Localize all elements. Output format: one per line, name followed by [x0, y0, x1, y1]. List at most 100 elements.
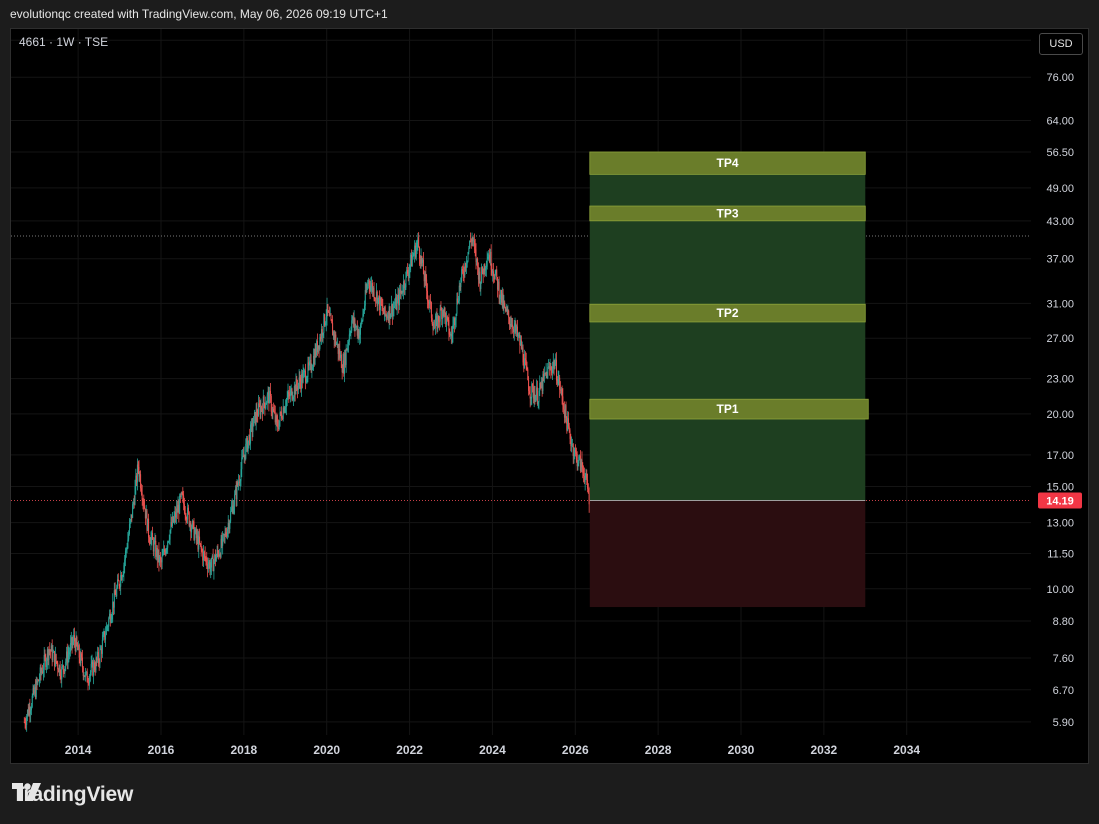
- candle-body: [477, 258, 479, 267]
- candle-body: [306, 376, 308, 382]
- candle-body: [24, 722, 26, 725]
- candle-body: [168, 539, 170, 542]
- candle-body: [581, 459, 583, 468]
- candle-body: [76, 636, 78, 645]
- candle-body: [412, 255, 414, 258]
- candle-body: [81, 653, 83, 658]
- candle-body: [59, 665, 61, 676]
- candle-body: [493, 271, 495, 276]
- tradingview-logo-icon: [12, 783, 41, 801]
- candle-body: [241, 457, 243, 470]
- candle-body: [250, 424, 252, 444]
- candle-body: [324, 322, 326, 326]
- y-tick-label: 7.60: [1053, 653, 1074, 665]
- y-tick-label: 11.50: [1047, 548, 1074, 560]
- candle-body: [204, 553, 206, 558]
- candle-body: [330, 314, 332, 320]
- y-tick-label: 37.00: [1046, 254, 1074, 266]
- candle-body: [258, 403, 260, 417]
- x-tick-label: 2022: [396, 743, 423, 757]
- candle-body: [446, 316, 448, 325]
- candle-body: [366, 286, 368, 292]
- candle-body: [61, 667, 63, 680]
- candle-body: [407, 269, 408, 274]
- symbol-label: 4661 · 1W · TSE: [19, 35, 109, 49]
- tp-label: TP3: [717, 206, 739, 220]
- candle-body: [141, 493, 143, 501]
- candle-body: [296, 379, 298, 386]
- candle-body: [123, 565, 125, 574]
- candle-body: [461, 269, 463, 279]
- candle-body: [140, 488, 142, 494]
- candle-body: [182, 494, 184, 496]
- candle-body: [458, 285, 460, 301]
- candle-body: [373, 287, 375, 299]
- candle-body: [555, 359, 557, 381]
- chart-panel[interactable]: TP4TP3TP2TP1 88.0076.0064.0056.5049.0043…: [10, 28, 1089, 764]
- x-axis: 2014 2016 2018 2020 2022 2024 2026 2028 2030 2032…: [65, 743, 921, 757]
- candle-body: [121, 576, 123, 581]
- candle-body: [513, 326, 515, 333]
- candle-body: [110, 619, 112, 623]
- candle-body: [481, 266, 483, 273]
- candle-body: [97, 652, 99, 662]
- candle-body: [266, 394, 268, 403]
- candle-body: [128, 524, 130, 534]
- candle-body: [239, 481, 241, 483]
- candle-body: [167, 541, 169, 548]
- candle-body: [452, 324, 454, 335]
- candle-body: [381, 304, 383, 306]
- candle-body: [132, 504, 134, 518]
- candle-body: [367, 284, 369, 287]
- candle-body: [469, 240, 471, 248]
- candle-body: [185, 514, 187, 520]
- y-tick-label: 20.00: [1046, 409, 1074, 421]
- candle-body: [277, 421, 279, 428]
- candle-body: [55, 654, 57, 662]
- candle-body: [288, 392, 290, 395]
- y-tick-label: 8.80: [1053, 616, 1074, 628]
- candle-body: [348, 334, 350, 342]
- candle-body: [183, 495, 185, 505]
- candle-body: [325, 317, 327, 323]
- tp-label: TP1: [717, 402, 739, 416]
- candle-body: [347, 344, 349, 351]
- candle-body: [183, 504, 185, 514]
- candle-body: [351, 320, 353, 331]
- candle-body: [136, 464, 138, 483]
- candle-body: [291, 388, 293, 400]
- candle-body: [289, 390, 291, 397]
- candle-body: [128, 533, 130, 540]
- candle-body: [438, 321, 440, 323]
- y-tick-label: 43.00: [1046, 216, 1074, 228]
- candle-body: [384, 306, 386, 315]
- candle-body: [487, 257, 489, 260]
- candle-body: [563, 405, 565, 410]
- currency-button[interactable]: USD: [1039, 33, 1083, 55]
- candle-body: [427, 300, 429, 302]
- candle-body: [265, 404, 267, 409]
- candle-body: [144, 506, 146, 509]
- candle-body: [166, 547, 168, 550]
- price-chart[interactable]: TP4TP3TP2TP1 88.0076.0064.0056.5049.0043…: [11, 29, 1089, 764]
- x-tick-label: 2032: [811, 743, 838, 757]
- candle-body: [312, 367, 314, 370]
- candle-body: [463, 274, 465, 276]
- candle-body: [438, 315, 440, 322]
- candle-body: [245, 443, 247, 459]
- candle-body: [270, 396, 272, 412]
- candle-body: [42, 669, 44, 673]
- candle-body: [108, 618, 110, 627]
- candle-body: [409, 265, 411, 270]
- candle-body: [152, 532, 154, 540]
- tradingview-logo[interactable]: TradingView: [12, 783, 133, 807]
- candle-body: [240, 469, 242, 482]
- candle-body: [465, 263, 467, 268]
- candle-body: [102, 634, 104, 640]
- candle-body: [201, 548, 203, 552]
- candle-body: [187, 507, 189, 513]
- candle-body: [350, 330, 352, 334]
- y-tick-label: 10.00: [1046, 584, 1074, 596]
- candle-body: [310, 359, 312, 371]
- candle-body: [67, 654, 69, 664]
